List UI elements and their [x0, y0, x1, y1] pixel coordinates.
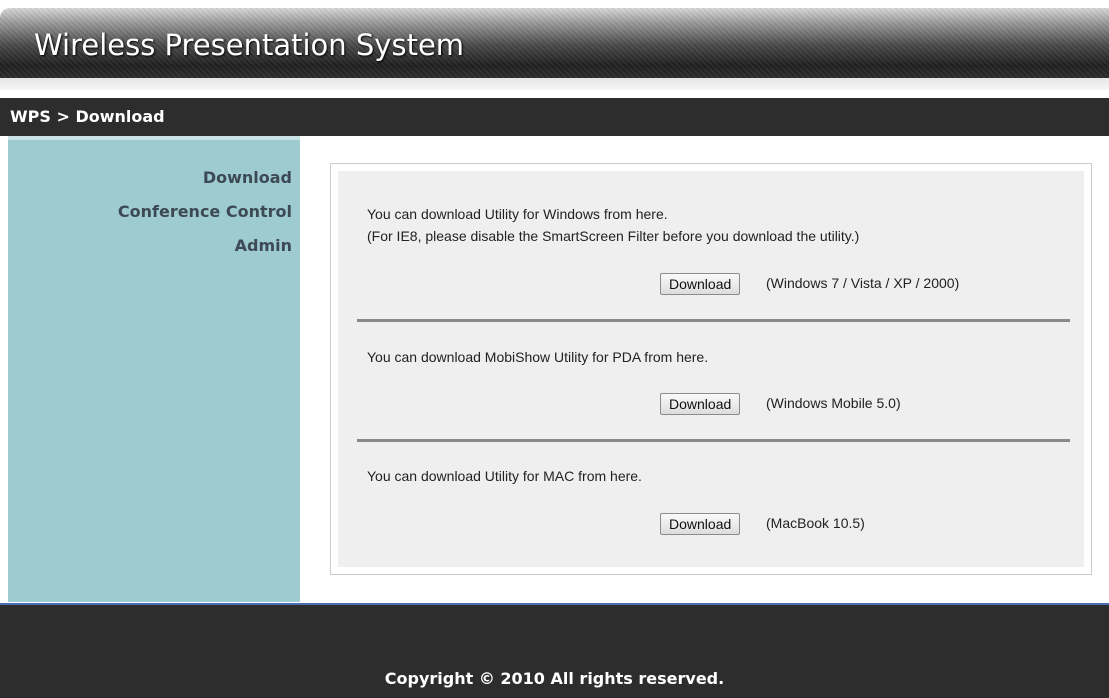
footer: Copyright © 2010 All rights reserved. — [0, 605, 1109, 698]
mac-download-button[interactable]: Download — [660, 513, 741, 535]
sidebar-item-download[interactable]: Download — [203, 168, 292, 187]
copyright-text: Copyright © 2010 All rights reserved. — [384, 669, 725, 688]
app-title: Wireless Presentation System — [34, 28, 465, 62]
sidebar: Download Conference Control Admin — [8, 136, 300, 602]
windows-description: You can download Utility for Windows fro… — [367, 206, 668, 222]
ie8-note: (For IE8, please disable the SmartScreen… — [367, 228, 860, 244]
download-panel: You can download Utility for Windows fro… — [338, 171, 1084, 567]
windows-platform-label: (Windows 7 / Vista / XP / 2000) — [766, 275, 960, 291]
content-frame: You can download Utility for Windows fro… — [330, 163, 1092, 575]
mac-description: You can download Utility for MAC from he… — [367, 468, 642, 484]
header-banner: Wireless Presentation System — [0, 0, 1109, 90]
pda-download-button[interactable]: Download — [660, 393, 741, 415]
windows-download-button[interactable]: Download — [660, 273, 741, 295]
sidebar-item-admin[interactable]: Admin — [235, 236, 292, 255]
breadcrumb-bar: WPS > Download — [0, 98, 1109, 136]
pda-platform-label: (Windows Mobile 5.0) — [766, 395, 901, 411]
section-divider — [357, 319, 1070, 322]
section-divider — [357, 439, 1070, 442]
pda-description: You can download MobiShow Utility for PD… — [367, 349, 709, 365]
breadcrumb: WPS > Download — [10, 107, 165, 126]
mac-platform-label: (MacBook 10.5) — [766, 515, 865, 531]
sidebar-item-conference-control[interactable]: Conference Control — [118, 202, 292, 221]
